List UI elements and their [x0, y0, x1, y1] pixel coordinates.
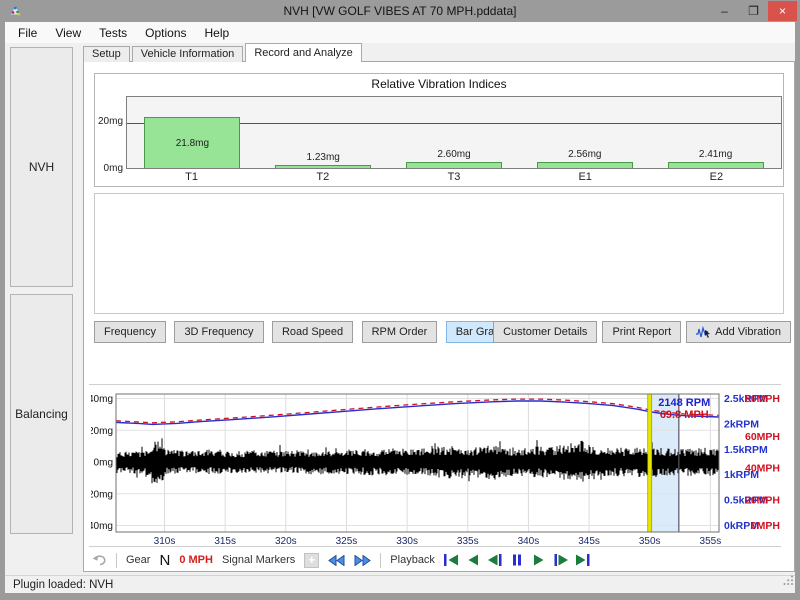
separator: [380, 553, 381, 568]
skip-end-icon[interactable]: [576, 554, 590, 566]
menu-tests[interactable]: Tests: [90, 23, 136, 43]
minimize-button[interactable]: –: [710, 1, 739, 21]
svg-text:-40mg: -40mg: [91, 521, 113, 532]
svg-text:2kRPM: 2kRPM: [724, 418, 759, 430]
resize-grip[interactable]: [782, 573, 794, 591]
sidebar-item-label: Balancing: [15, 407, 68, 421]
menu-options[interactable]: Options: [136, 23, 195, 43]
svg-text:0mg: 0mg: [94, 458, 113, 469]
menu-bar: File View Tests Options Help: [5, 22, 795, 43]
step-forward-icon[interactable]: [554, 554, 568, 566]
transport-toolbar: Gear N 0 MPH Signal Markers +: [92, 549, 590, 571]
app-icon: [8, 3, 23, 23]
add-vibration-icon: [696, 326, 711, 338]
undo-icon[interactable]: [92, 554, 107, 566]
skip-start-icon[interactable]: [444, 554, 458, 566]
pause-icon[interactable]: [510, 554, 524, 566]
bar-chart-panel: Relative Vibration Indices 20mg 0mg 21.8m…: [94, 73, 784, 187]
gear-value: N: [159, 552, 170, 569]
menu-view[interactable]: View: [46, 23, 90, 43]
sidebar-item-label: NVH: [29, 160, 54, 174]
tab-setup[interactable]: Setup: [83, 46, 130, 62]
svg-text:0MPH: 0MPH: [751, 520, 780, 532]
gear-label: Gear: [126, 554, 150, 566]
status-bar: Plugin loaded: NVH: [5, 575, 795, 593]
svg-text:40MPH: 40MPH: [745, 463, 780, 475]
signal-time-plot[interactable]: 2148 RPM69.8 MPH40mg20mg0mg-20mg-40mg310…: [91, 392, 781, 548]
client-area: File View Tests Options Help NVH Balanci…: [5, 22, 795, 593]
app-window: NVH [VW GOLF VIBES AT 70 MPH.pddata] – ❐…: [0, 0, 800, 600]
rpm-order-button[interactable]: RPM Order: [362, 321, 438, 343]
separator: [116, 553, 117, 568]
svg-text:20mg: 20mg: [91, 426, 113, 437]
transport-divider: [89, 546, 781, 547]
svg-text:80MPH: 80MPH: [745, 393, 780, 405]
customer-details-button[interactable]: Customer Details: [493, 321, 597, 343]
bar-chart-plot: 21.8mg1.23mg2.60mg2.56mg2.41mg: [126, 96, 782, 169]
step-back-icon[interactable]: [488, 554, 502, 566]
svg-text:-20mg: -20mg: [91, 489, 113, 500]
playback-label: Playback: [390, 554, 435, 566]
vibration-table-container: Vibration Frequency Amplitude (g) Tire V…: [94, 193, 784, 314]
bar-chart-categories: T1T2T3E1E2: [126, 171, 782, 183]
bar-chart-title: Relative Vibration Indices: [95, 77, 783, 91]
playback-controls: [444, 554, 590, 566]
3d-frequency-button[interactable]: 3D Frequency: [174, 321, 263, 343]
print-report-button[interactable]: Print Report: [602, 321, 681, 343]
tab-strip: Setup Vehicle Information Record and Ana…: [83, 43, 364, 62]
status-text: Plugin loaded: NVH: [13, 579, 113, 591]
menu-help[interactable]: Help: [196, 23, 239, 43]
play-icon[interactable]: [532, 554, 546, 566]
maximize-button[interactable]: ❐: [739, 1, 768, 21]
add-marker-icon[interactable]: +: [304, 553, 319, 568]
svg-text:20MPH: 20MPH: [745, 494, 780, 506]
bar-chart-ytick: 0mg: [95, 163, 123, 174]
bar-chart-ytick: 20mg: [95, 116, 123, 127]
road-speed-button[interactable]: Road Speed: [272, 321, 353, 343]
signal-panel-divider: [89, 384, 781, 385]
tab-vehicle-information[interactable]: Vehicle Information: [132, 46, 244, 62]
speed-readout: 0 MPH: [179, 554, 213, 566]
sidebar-item-balancing[interactable]: Balancing: [10, 294, 73, 534]
add-vibration-button[interactable]: Add Vibration: [686, 321, 791, 343]
sidebar-item-nvh[interactable]: NVH: [10, 47, 73, 287]
menu-file[interactable]: File: [9, 23, 46, 43]
svg-text:1.5kRPM: 1.5kRPM: [724, 444, 768, 456]
svg-text:40mg: 40mg: [91, 394, 113, 405]
window-title: NVH [VW GOLF VIBES AT 70 MPH.pddata]: [0, 4, 800, 18]
svg-text:2148 RPM: 2148 RPM: [658, 397, 710, 409]
reverse-play-icon[interactable]: [466, 554, 480, 566]
svg-text:69.8 MPH: 69.8 MPH: [660, 409, 709, 421]
view-button-row: Frequency 3D Frequency Road Speed RPM Or…: [94, 321, 791, 343]
close-button[interactable]: ×: [768, 1, 797, 21]
titlebar[interactable]: NVH [VW GOLF VIBES AT 70 MPH.pddata] – ❐…: [0, 0, 800, 22]
frequency-button[interactable]: Frequency: [94, 321, 166, 343]
svg-text:60MPH: 60MPH: [745, 431, 780, 443]
signal-markers-label: Signal Markers: [222, 554, 295, 566]
record-analyze-page: Relative Vibration Indices 20mg 0mg 21.8m…: [83, 61, 795, 572]
tab-record-and-analyze[interactable]: Record and Analyze: [245, 43, 361, 62]
next-marker-icon[interactable]: [354, 555, 371, 566]
previous-marker-icon[interactable]: [328, 555, 345, 566]
